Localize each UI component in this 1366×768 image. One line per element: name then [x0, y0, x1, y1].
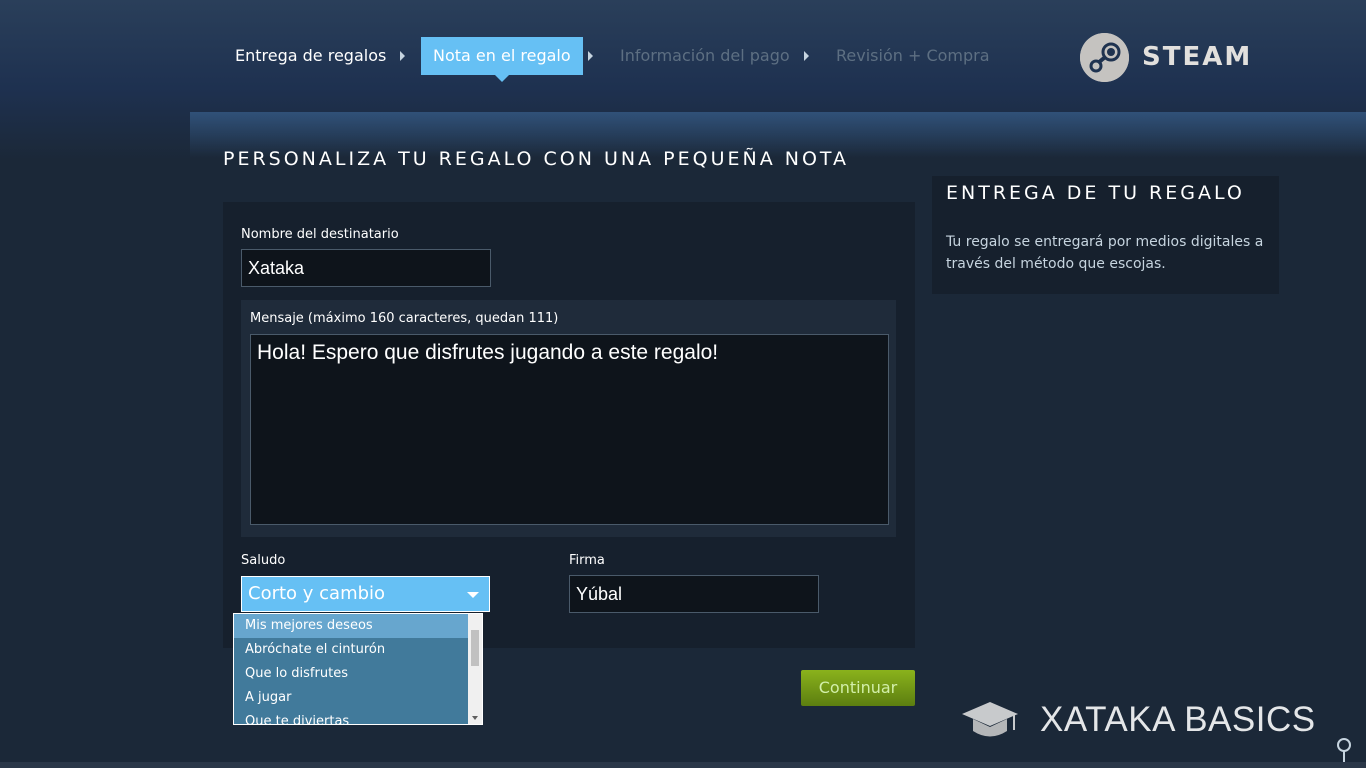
- graduation-cap-icon: [962, 702, 1018, 737]
- watermark: XATAKA BASICS: [960, 700, 1315, 744]
- greeting-option[interactable]: Mis mejores deseos: [234, 614, 468, 638]
- step-review-purchase: Revisión + Compra: [836, 46, 990, 65]
- signature-input[interactable]: Yúbal: [569, 575, 819, 613]
- continue-button[interactable]: Continuar: [801, 670, 915, 706]
- step-gift-note[interactable]: Nota en el regalo: [421, 37, 583, 82]
- step-arrow-icon: [804, 51, 809, 61]
- scrollbar-thumb[interactable]: [471, 630, 479, 666]
- step-payment-info: Información del pago: [620, 46, 790, 65]
- step-arrow-icon: [588, 51, 593, 61]
- greeting-label: Saludo: [241, 553, 286, 568]
- watermark-text: XATAKA BASICS: [1040, 700, 1316, 739]
- message-textarea[interactable]: Hola! Espero que disfrutes jugando a est…: [250, 334, 889, 525]
- greeting-option[interactable]: A jugar: [234, 686, 468, 710]
- steam-logo-icon: [1080, 33, 1129, 82]
- scroll-down-icon[interactable]: [472, 716, 478, 720]
- delivery-text: Tu regalo se entregará por medios digita…: [946, 234, 1264, 272]
- greeting-dropdown-list[interactable]: Mis mejores deseos Abróchate el cinturón…: [233, 613, 483, 725]
- greeting-option[interactable]: Que te diviertas: [234, 710, 468, 724]
- dropdown-scrollbar[interactable]: [468, 614, 482, 724]
- page-title: PERSONALIZA TU REGALO CON UNA PEQUEÑA NO…: [223, 148, 850, 170]
- recipient-label: Nombre del destinatario: [241, 227, 399, 242]
- greeting-select[interactable]: Corto y cambio: [241, 576, 490, 612]
- signature-label: Firma: [569, 553, 605, 568]
- delivery-title: ENTREGA DE TU REGALO: [946, 182, 1245, 204]
- step-gift-delivery[interactable]: Entrega de regalos: [235, 37, 386, 75]
- greeting-option[interactable]: Abróchate el cinturón: [234, 638, 468, 662]
- recipient-name-input[interactable]: Xataka: [241, 249, 491, 287]
- chevron-down-icon: [467, 592, 479, 598]
- delivery-info-panel: ENTREGA DE TU REGALO Tu regalo se entreg…: [932, 176, 1279, 294]
- step-arrow-icon: [400, 51, 405, 61]
- bottom-divider: [0, 762, 1366, 768]
- message-label: Mensaje (máximo 160 caracteres, quedan 1…: [250, 311, 559, 326]
- greeting-selected-value: Corto y cambio: [248, 583, 386, 604]
- greeting-option[interactable]: Que lo disfrutes: [234, 662, 468, 686]
- steam-wordmark: STEAM: [1142, 42, 1253, 72]
